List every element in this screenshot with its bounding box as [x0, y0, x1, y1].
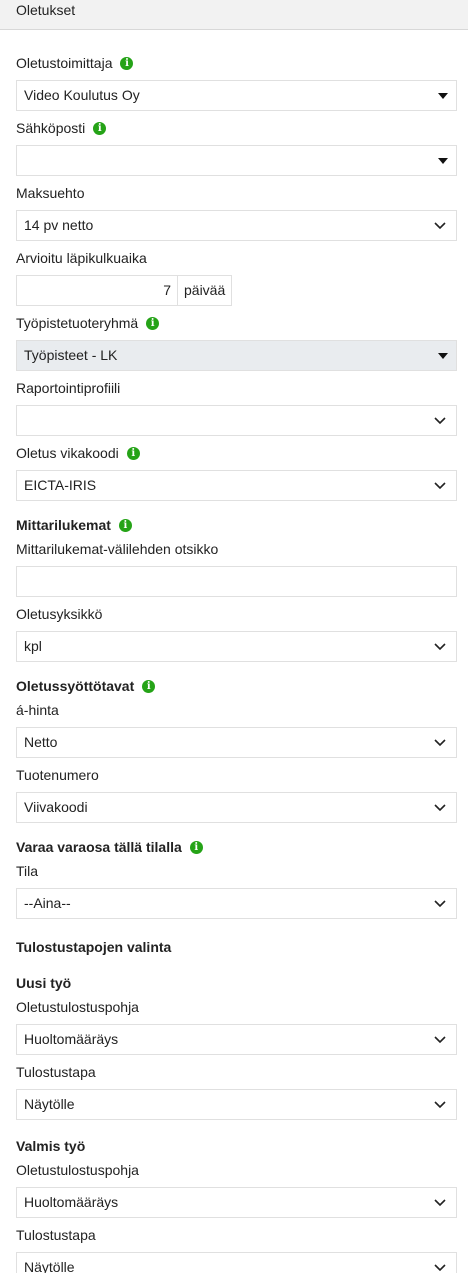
done-job-method-select[interactable]: Näytölle: [16, 1252, 457, 1273]
meters-heading-text: Mittarilukemat: [16, 517, 111, 533]
reserve-heading: Varaa varaosa tällä tilalla i: [16, 837, 457, 857]
faultcode-label-text: Oletus vikakoodi: [16, 445, 119, 461]
product-no-label: Tuotenumero: [16, 767, 99, 783]
meters-heading: Mittarilukemat i: [16, 515, 457, 535]
chevron-down-icon: [434, 482, 446, 490]
entry-heading: Oletussyöttötavat i: [16, 676, 457, 696]
done-job-template-select[interactable]: Huoltomääräys: [16, 1187, 457, 1218]
product-no-select[interactable]: Viivakoodi: [16, 792, 457, 823]
info-icon[interactable]: i: [146, 316, 160, 330]
report-select[interactable]: [16, 405, 457, 436]
new-job-template-value: Huoltomääräys: [24, 1031, 119, 1047]
email-select[interactable]: [16, 145, 457, 176]
workgroup-select[interactable]: Työpisteet - LK: [16, 340, 457, 371]
report-label: Raportointiprofiili: [16, 380, 121, 396]
reserve-state-label: Tila: [16, 863, 39, 879]
meters-unit-select[interactable]: kpl: [16, 631, 457, 662]
workgroup-label-text: Työpistetuoteryhmä: [16, 315, 139, 331]
chevron-down-icon: [434, 804, 446, 812]
new-job-method-label: Tulostustapa: [16, 1064, 96, 1080]
done-job-method-value: Näytölle: [24, 1259, 75, 1273]
new-job-method-select[interactable]: Näytölle: [16, 1089, 457, 1120]
chevron-down-icon: [434, 1199, 446, 1207]
new-job-template-label: Oletustulostuspohja: [16, 999, 139, 1015]
meters-tab-title-input[interactable]: [16, 566, 457, 597]
workgroup-value: Työpisteet - LK: [24, 347, 118, 363]
caret-down-icon[interactable]: [430, 81, 456, 110]
chevron-down-icon: [434, 739, 446, 747]
settings-form: Oletustoimittaja i Video Koulutus Oy Säh…: [0, 30, 468, 1273]
payment-label: Maksuehto: [16, 185, 85, 201]
reserve-heading-text: Varaa varaosa tällä tilalla: [16, 839, 182, 855]
leadtime-group: 7 päivää: [16, 275, 236, 306]
panel-title: Oletukset: [16, 2, 76, 18]
info-icon[interactable]: i: [120, 56, 134, 70]
info-icon[interactable]: i: [126, 446, 140, 460]
faultcode-value: EICTA-IRIS: [24, 477, 97, 493]
reserve-state-value: --Aina--: [24, 895, 71, 911]
email-label: Sähköposti i: [16, 118, 457, 138]
leadtime-label: Arvioitu läpikulkuaika: [16, 250, 147, 266]
unit-price-label: á-hinta: [16, 702, 59, 718]
entry-heading-text: Oletussyöttötavat: [16, 678, 135, 694]
chevron-down-icon: [434, 1036, 446, 1044]
faultcode-label: Oletus vikakoodi i: [16, 443, 457, 463]
caret-down-icon[interactable]: [430, 146, 456, 175]
new-job-heading: Uusi työ: [16, 975, 72, 991]
done-job-template-label: Oletustulostuspohja: [16, 1162, 139, 1178]
faultcode-select[interactable]: EICTA-IRIS: [16, 470, 457, 501]
info-icon[interactable]: i: [189, 840, 203, 854]
unit-price-value: Netto: [24, 734, 58, 750]
reserve-state-select[interactable]: --Aina--: [16, 888, 457, 919]
meters-tab-title-label: Mittarilukemat-välilehden otsikko: [16, 541, 219, 557]
unit-price-select[interactable]: Netto: [16, 727, 457, 758]
supplier-select[interactable]: Video Koulutus Oy: [16, 80, 457, 111]
email-label-text: Sähköposti: [16, 120, 86, 136]
chevron-down-icon: [434, 1264, 446, 1272]
workgroup-label: Työpistetuoteryhmä i: [16, 313, 457, 333]
info-icon[interactable]: i: [118, 518, 132, 532]
chevron-down-icon: [434, 643, 446, 651]
new-job-method-value: Näytölle: [24, 1096, 75, 1112]
leadtime-unit: päivää: [178, 275, 233, 306]
panel-header: Oletukset: [0, 0, 468, 30]
info-icon[interactable]: i: [93, 121, 107, 135]
meters-unit-value: kpl: [24, 638, 42, 654]
done-job-heading: Valmis työ: [16, 1138, 86, 1154]
new-job-template-select[interactable]: Huoltomääräys: [16, 1024, 457, 1055]
chevron-down-icon: [434, 900, 446, 908]
payment-value: 14 pv netto: [24, 217, 94, 233]
chevron-down-icon: [434, 1101, 446, 1109]
supplier-value: Video Koulutus Oy: [24, 87, 140, 103]
payment-select[interactable]: 14 pv netto: [16, 210, 457, 241]
caret-down-icon[interactable]: [430, 341, 456, 370]
meters-unit-label: Oletusyksikkö: [16, 606, 103, 622]
supplier-label-text: Oletustoimittaja: [16, 55, 113, 71]
supplier-label: Oletustoimittaja i: [16, 53, 457, 73]
chevron-down-icon: [434, 222, 446, 230]
done-job-template-value: Huoltomääräys: [24, 1194, 119, 1210]
printing-heading: Tulostustapojen valinta: [16, 939, 172, 955]
chevron-down-icon: [434, 417, 446, 425]
leadtime-input[interactable]: 7: [16, 275, 178, 306]
info-icon[interactable]: i: [142, 679, 156, 693]
done-job-method-label: Tulostustapa: [16, 1227, 96, 1243]
product-no-value: Viivakoodi: [24, 799, 88, 815]
